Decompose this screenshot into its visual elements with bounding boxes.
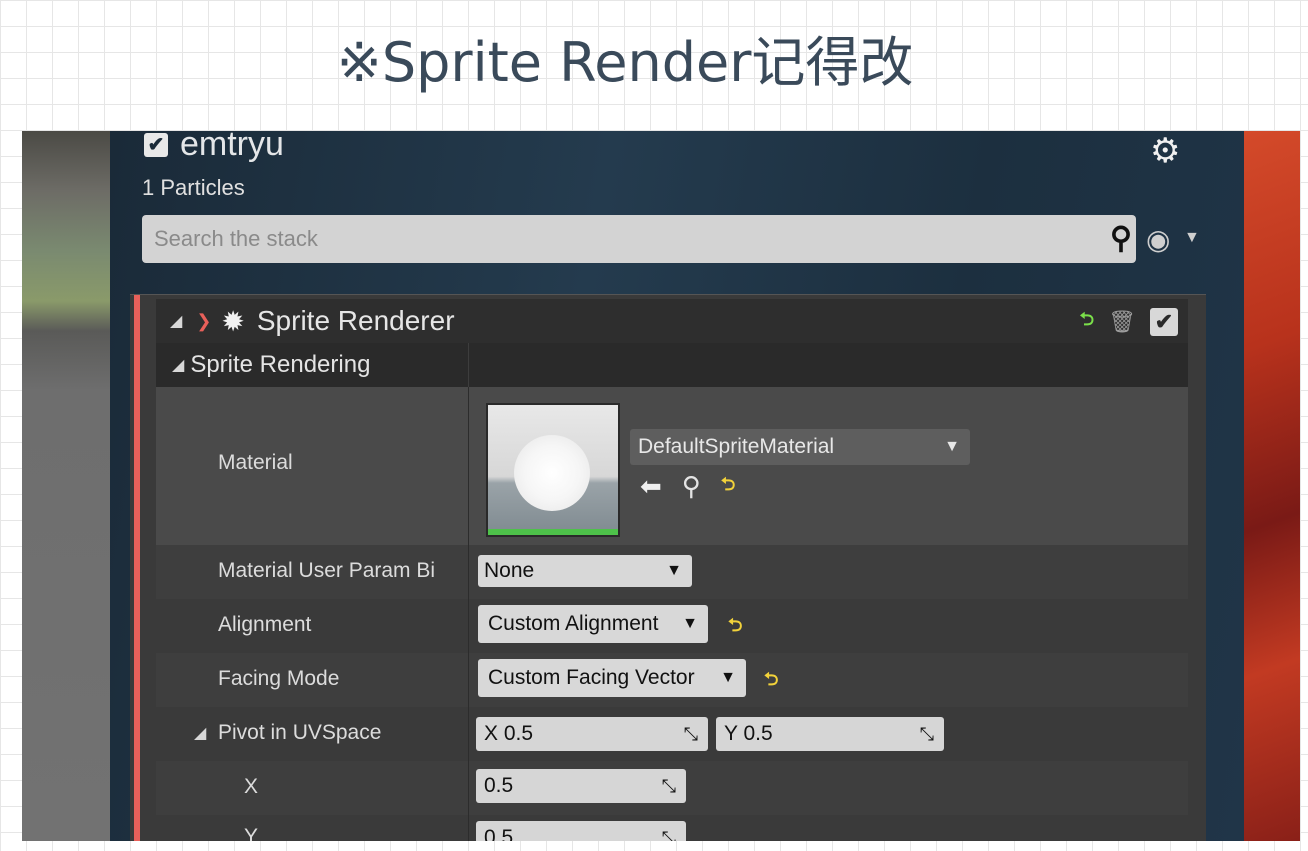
column-divider	[468, 653, 469, 707]
search-input[interactable]	[142, 215, 1066, 263]
chevron-down-icon[interactable]: ▼	[1184, 229, 1200, 247]
x-label: X	[244, 775, 259, 798]
category-sprite-rendering[interactable]: ◢ Sprite Rendering	[156, 343, 1188, 387]
alignment-value: Custom Alignment	[488, 612, 659, 635]
module-enable-checkbox[interactable]: ✔	[1150, 308, 1178, 336]
expand-icon[interactable]: ⤡	[684, 724, 698, 745]
pivot-x-row: X 0.5 ⤡	[156, 761, 1188, 815]
alignment-dropdown[interactable]: Custom Alignment ▼	[478, 605, 708, 643]
pivot-label: Pivot in UVSpace	[218, 721, 382, 744]
chevron-down-icon: ▼	[944, 438, 960, 455]
reset-icon[interactable]: ⮌	[728, 613, 742, 643]
eye-icon[interactable]: ◉	[1146, 223, 1170, 256]
renderer-accent-bar	[134, 295, 140, 841]
column-divider	[468, 343, 469, 387]
x-value: 0.5	[484, 774, 514, 797]
user-param-label: Material User Param Bi	[218, 559, 436, 582]
material-tools: ⬅ ⚲ ⮌	[640, 471, 735, 502]
y-label: Y	[244, 825, 259, 841]
chevron-down-icon: ▼	[682, 615, 698, 632]
search-icon[interactable]: ⚲	[1110, 221, 1132, 256]
column-divider	[468, 707, 469, 761]
trash-icon[interactable]: 🗑	[1108, 309, 1136, 335]
particle-count: 1 Particles	[142, 175, 245, 200]
browse-icon[interactable]: ⚲	[682, 471, 701, 502]
slide-title: ※Sprite Render记得改	[336, 31, 914, 94]
y-value: 0.5	[484, 826, 514, 841]
alignment-label: Alignment	[218, 613, 312, 636]
column-divider	[468, 815, 469, 841]
expand-icon[interactable]: ⤡	[920, 724, 934, 745]
facing-mode-dropdown[interactable]: Custom Facing Vector ▼	[478, 659, 746, 697]
facing-mode-row: Facing Mode Custom Facing Vector ▼ ⮌	[156, 653, 1188, 707]
pivot-y-field[interactable]: Y 0.5 ⤡	[716, 717, 944, 751]
chevron-icon: ❯	[196, 310, 212, 331]
collapse-icon[interactable]: ◢	[170, 311, 182, 331]
category-label: Sprite Rendering	[190, 351, 371, 378]
chevron-down-icon: ▼	[720, 669, 736, 686]
module-title: Sprite Renderer	[256, 305, 455, 336]
expand-icon[interactable]: ⤡	[662, 828, 676, 842]
pivot-y-row: Y 0.5 ⤡	[156, 815, 1188, 841]
emitter-enable-checkbox[interactable]: ✔	[144, 132, 168, 157]
material-thumbnail[interactable]	[486, 403, 620, 537]
column-divider	[468, 387, 469, 545]
facing-mode-label: Facing Mode	[218, 667, 340, 690]
y-value-field[interactable]: 0.5 ⤡	[476, 821, 686, 841]
emitter-header: ✔ emtryu	[144, 131, 284, 164]
pivot-x-field[interactable]: X 0.5 ⤡	[476, 717, 708, 751]
module-stack: ◢ ❯ ✹ Sprite Renderer ⮌ 🗑 ✔ ◢ Sprite Ren…	[130, 294, 1206, 841]
gear-icon[interactable]: ⚙	[1150, 131, 1180, 171]
material-value: DefaultSpriteMaterial	[638, 435, 835, 458]
module-actions: ⮌ 🗑 ✔	[1080, 307, 1178, 337]
search-box: ⚲	[142, 215, 1136, 263]
reset-icon[interactable]: ⮌	[764, 667, 778, 697]
emitter-name[interactable]: emtryu	[180, 131, 284, 164]
collapse-icon[interactable]: ◢	[194, 723, 206, 743]
reset-icon[interactable]: ⮌	[721, 472, 735, 502]
user-param-value: None	[484, 559, 535, 582]
chevron-down-icon: ▼	[666, 562, 682, 579]
sprite-renderer-header[interactable]: ◢ ❯ ✹ Sprite Renderer ⮌ 🗑 ✔	[156, 299, 1188, 343]
alignment-row: Alignment Custom Alignment ▼ ⮌	[156, 599, 1188, 653]
column-divider	[468, 545, 469, 599]
material-label: Material	[218, 451, 293, 474]
material-preview-sphere	[514, 435, 590, 511]
emitter-panel: ✔ emtryu 1 Particles ⚙ ⚲ ◉ ▼ ◢ ❯ ✹ Sprit…	[110, 131, 1244, 841]
editor-screenshot: ✔ emtryu 1 Particles ⚙ ⚲ ◉ ▼ ◢ ❯ ✹ Sprit…	[22, 131, 1300, 841]
column-divider	[468, 761, 469, 815]
material-type-bar	[488, 529, 618, 535]
pivot-x-value: X 0.5	[484, 722, 534, 745]
user-param-row: Material User Param Bi None ▼	[156, 545, 1188, 599]
reset-icon[interactable]: ⮌	[1080, 307, 1094, 337]
material-dropdown[interactable]: DefaultSpriteMaterial ▼	[630, 429, 970, 465]
column-divider	[468, 599, 469, 653]
x-value-field[interactable]: 0.5 ⤡	[476, 769, 686, 803]
facing-mode-value: Custom Facing Vector	[488, 666, 695, 689]
pivot-row: ◢ Pivot in UVSpace X 0.5 ⤡ Y 0.5 ⤡	[156, 707, 1188, 761]
material-row: Material DefaultSpriteMaterial ▼ ⬅ ⚲ ⮌	[156, 387, 1188, 545]
expand-icon[interactable]: ⤡	[662, 776, 676, 797]
sprite-icon: ✹	[221, 305, 245, 337]
viewport-right	[1244, 131, 1300, 841]
collapse-icon[interactable]: ◢	[172, 355, 184, 375]
use-selected-icon[interactable]: ⬅	[640, 471, 662, 502]
viewport-left	[22, 131, 110, 841]
user-param-dropdown[interactable]: None ▼	[478, 555, 692, 587]
pivot-y-value: Y 0.5	[724, 722, 773, 745]
